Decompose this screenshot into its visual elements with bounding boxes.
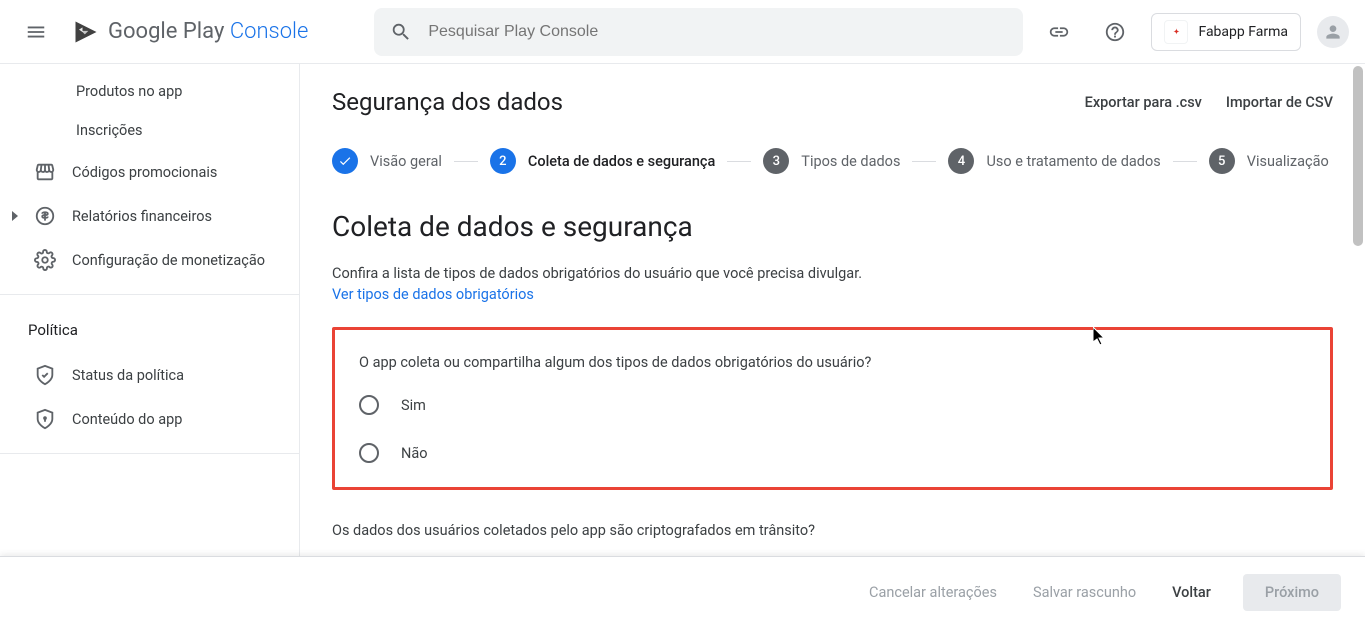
import-csv-link[interactable]: Importar de CSV <box>1226 94 1333 111</box>
paid-icon <box>34 205 56 227</box>
cancel-changes-button[interactable]: Cancelar alterações <box>865 574 1001 611</box>
content-area: Segurança dos dados Exportar para .csv I… <box>300 64 1365 556</box>
step-connector <box>912 161 936 162</box>
menu-button[interactable] <box>16 12 56 52</box>
radio-icon <box>359 395 379 415</box>
shield-check-icon <box>34 364 56 386</box>
page-title: Segurança dos dados <box>332 88 563 116</box>
radio-option-no[interactable]: Não <box>359 443 1306 463</box>
step-circle-done <box>332 148 358 174</box>
export-csv-link[interactable]: Exportar para .csv <box>1085 94 1202 111</box>
link-button[interactable] <box>1039 12 1079 52</box>
sidebar-item-app-content[interactable]: Conteúdo do app <box>0 397 299 441</box>
question-1-text: O app coleta ou compartilha algum dos ti… <box>359 354 1306 371</box>
step-label: Visão geral <box>370 153 442 170</box>
person-icon <box>1323 22 1343 42</box>
next-button[interactable]: Próximo <box>1243 574 1341 611</box>
radio-label: Sim <box>401 397 426 414</box>
user-avatar[interactable] <box>1317 16 1349 48</box>
logo-text: Google Play Console <box>108 19 308 44</box>
radio-option-yes[interactable]: Sim <box>359 395 1306 415</box>
app-name-label: Fabapp Farma <box>1198 24 1288 40</box>
sidebar-section-policy: Política <box>0 307 299 353</box>
storefront-icon <box>34 161 56 183</box>
app-icon: ✦ <box>1164 20 1188 44</box>
radio-label: Não <box>401 445 428 462</box>
sidebar-item-label: Relatórios financeiros <box>72 208 212 225</box>
step-collection[interactable]: 2 Coleta de dados e segurança <box>490 148 715 174</box>
divider <box>0 294 299 295</box>
page-actions: Exportar para .csv Importar de CSV <box>1085 94 1333 111</box>
back-button[interactable]: Voltar <box>1168 574 1215 611</box>
header-actions: ✦ Fabapp Farma <box>1039 12 1349 52</box>
section-title: Coleta de dados e segurança <box>332 210 1333 243</box>
sidebar-item-monetization-config[interactable]: Configuração de monetização <box>0 238 299 282</box>
check-icon <box>338 154 352 168</box>
hamburger-icon <box>25 21 47 43</box>
step-label: Coleta de dados e segurança <box>528 153 715 170</box>
help-icon <box>1104 21 1126 43</box>
section-description: Confira a lista de tipos de dados obriga… <box>332 265 1333 282</box>
gear-icon <box>34 249 56 271</box>
sidebar-item-label: Configuração de monetização <box>72 252 265 269</box>
step-connector <box>1173 161 1197 162</box>
footer-actions: Cancelar alterações Salvar rascunho Volt… <box>0 556 1365 628</box>
stepper: Visão geral 2 Coleta de dados e seguranç… <box>332 144 1333 178</box>
divider <box>0 453 299 454</box>
search-input[interactable] <box>428 23 1007 41</box>
sidebar-item-label: Inscrições <box>76 122 143 139</box>
sidebar-item-products[interactable]: Produtos no app <box>0 72 299 111</box>
step-overview[interactable]: Visão geral <box>332 148 442 174</box>
step-preview[interactable]: 5 Visualização <box>1209 148 1329 174</box>
step-label: Tipos de dados <box>801 153 900 170</box>
main-layout: Produtos no app Inscrições Códigos promo… <box>0 64 1365 556</box>
scrollbar-thumb[interactable] <box>1353 66 1363 246</box>
app-selector[interactable]: ✦ Fabapp Farma <box>1151 13 1301 51</box>
step-connector <box>454 161 478 162</box>
question-2-text: Os dados dos usuários coletados pelo app… <box>332 522 1333 539</box>
step-circle-pending: 5 <box>1209 148 1235 174</box>
top-header: Google Play Console ✦ Fabapp Farma <box>0 0 1365 64</box>
sidebar-item-financial-reports[interactable]: Relatórios financeiros <box>0 194 299 238</box>
page-header: Segurança dos dados Exportar para .csv I… <box>332 88 1333 116</box>
step-connector <box>727 161 751 162</box>
sidebar-item-label: Conteúdo do app <box>72 411 182 428</box>
shield-icon <box>34 408 56 430</box>
question-box-highlighted: O app coleta ou compartilha algum dos ti… <box>332 327 1333 490</box>
step-circle-pending: 3 <box>763 148 789 174</box>
step-usage[interactable]: 4 Uso e tratamento de dados <box>948 148 1160 174</box>
sidebar: Produtos no app Inscrições Códigos promo… <box>0 64 300 556</box>
step-circle-pending: 4 <box>948 148 974 174</box>
search-box[interactable] <box>374 8 1023 56</box>
link-icon <box>1048 21 1070 43</box>
required-datatypes-link[interactable]: Ver tipos de dados obrigatórios <box>332 286 534 303</box>
sidebar-item-policy-status[interactable]: Status da política <box>0 353 299 397</box>
sidebar-item-label: Status da política <box>72 367 184 384</box>
search-icon <box>390 21 412 43</box>
sidebar-item-promo-codes[interactable]: Códigos promocionais <box>0 150 299 194</box>
play-icon <box>72 18 100 46</box>
step-data-types[interactable]: 3 Tipos de dados <box>763 148 900 174</box>
sidebar-item-subscriptions[interactable]: Inscrições <box>0 111 299 150</box>
play-console-logo[interactable]: Google Play Console <box>72 18 308 46</box>
step-label: Uso e tratamento de dados <box>986 153 1160 170</box>
sidebar-item-label: Produtos no app <box>76 83 182 100</box>
save-draft-button[interactable]: Salvar rascunho <box>1029 574 1140 611</box>
step-label: Visualização <box>1247 153 1329 170</box>
radio-icon <box>359 443 379 463</box>
help-button[interactable] <box>1095 12 1135 52</box>
sidebar-item-label: Códigos promocionais <box>72 164 217 181</box>
step-circle-active: 2 <box>490 148 516 174</box>
